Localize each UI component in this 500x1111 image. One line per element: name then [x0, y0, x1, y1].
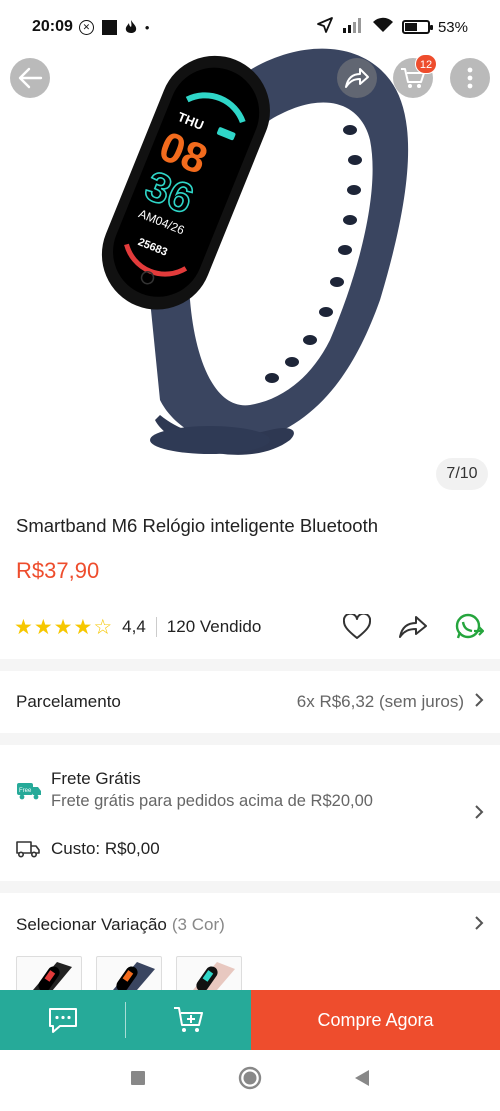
star-filled-icon: ★ — [14, 615, 33, 639]
more-options-button[interactable] — [450, 58, 490, 98]
variation-row[interactable]: Selecionar Variação (3 Cor) — [0, 905, 500, 945]
whatsapp-share-button[interactable] — [452, 612, 486, 642]
system-navigation-bar — [0, 1050, 500, 1111]
rating-row: ★ ★ ★ ★ ☆ 4,4 120 Vendido — [14, 612, 486, 642]
share-icon — [345, 68, 369, 88]
battery-icon — [401, 20, 433, 34]
system-back-button[interactable] — [354, 1069, 370, 1092]
favorite-button[interactable] — [340, 612, 374, 642]
rating-value: 4,4 — [122, 617, 146, 636]
shipping-text: Frete Grátis Frete grátis para pedidos a… — [51, 769, 373, 811]
whatsapp-icon — [455, 613, 484, 639]
bottom-action-bar: Compre Agora — [0, 990, 500, 1050]
free-shipping-icon: Free — [16, 782, 44, 805]
chevron-right-icon — [474, 915, 484, 936]
rating-separator — [155, 617, 157, 637]
recents-button[interactable] — [130, 1070, 146, 1091]
installments-row[interactable]: Parcelamento 6x R$6,32 (sem juros) — [0, 671, 500, 733]
buy-now-button[interactable]: Compre Agora — [251, 990, 500, 1050]
triangle-left-icon — [355, 1070, 369, 1086]
truck-icon — [16, 840, 40, 858]
variation-label: Selecionar Variação — [16, 915, 167, 934]
installments-label: Parcelamento — [16, 692, 121, 711]
sold-count: 120 Vendido — [166, 617, 262, 636]
heart-icon — [343, 614, 371, 639]
wifi-icon — [372, 17, 394, 37]
more-vertical-icon — [467, 67, 473, 89]
shipping-row[interactable]: Free Frete Grátis Frete grátis para pedi… — [0, 760, 500, 830]
installments-value: 6x R$6,32 (sem juros) — [296, 692, 464, 711]
chat-button[interactable] — [0, 990, 125, 1050]
shipping-title: Frete Grátis — [51, 769, 141, 788]
square-icon — [131, 1071, 145, 1085]
cart-button[interactable]: 12 — [393, 54, 437, 98]
arrow-left-icon — [18, 67, 43, 89]
status-bar: 20:09 ✕ • 53% — [0, 0, 500, 54]
bottom-bar-left — [0, 990, 251, 1050]
star-filled-icon: ★ — [53, 615, 73, 639]
star-filled-icon: ★ — [73, 615, 93, 639]
product-title: Smartband M6 Relógio inteligente Bluetoo… — [16, 515, 379, 536]
svg-text:Free: Free — [19, 788, 32, 794]
home-button[interactable] — [238, 1066, 262, 1095]
rating-stars: ★ ★ ★ ★ ☆ — [14, 615, 112, 640]
notification-x-icon: ✕ — [78, 19, 94, 35]
shipping-cost: Custo: R$0,00 — [51, 839, 160, 858]
add-to-cart-icon — [173, 1007, 203, 1032]
notification-square-icon — [101, 19, 117, 35]
add-to-cart-button[interactable] — [126, 990, 251, 1050]
circle-icon — [238, 1066, 262, 1090]
signal-icon — [342, 17, 364, 37]
star-filled-icon: ★ — [33, 615, 53, 639]
shipping-cost-row: Custo: R$0,00 — [0, 834, 500, 864]
product-price: R$37,90 — [16, 558, 100, 583]
section-divider — [0, 881, 500, 893]
chevron-right-icon — [474, 804, 484, 825]
cart-count-badge: 12 — [415, 54, 437, 74]
share-button-top[interactable] — [337, 58, 377, 98]
image-counter: 7/10 — [436, 458, 488, 490]
share-icon — [399, 616, 427, 638]
section-divider — [0, 659, 500, 671]
chat-icon — [48, 1008, 77, 1033]
section-divider — [0, 733, 500, 745]
variation-count: (3 Cor) — [171, 915, 225, 934]
status-time: 20:09 — [32, 18, 73, 35]
share-button[interactable] — [396, 612, 430, 642]
chevron-right-icon — [474, 692, 484, 713]
star-empty-icon: ☆ — [93, 615, 113, 639]
shipping-subtitle: Frete grátis para pedidos acima de R$20,… — [51, 792, 373, 810]
notification-flame-icon — [125, 19, 137, 35]
battery-percent: 53% — [437, 18, 468, 36]
back-button[interactable] — [10, 58, 50, 98]
notification-dot-icon: • — [144, 19, 150, 35]
location-icon — [316, 16, 334, 38]
